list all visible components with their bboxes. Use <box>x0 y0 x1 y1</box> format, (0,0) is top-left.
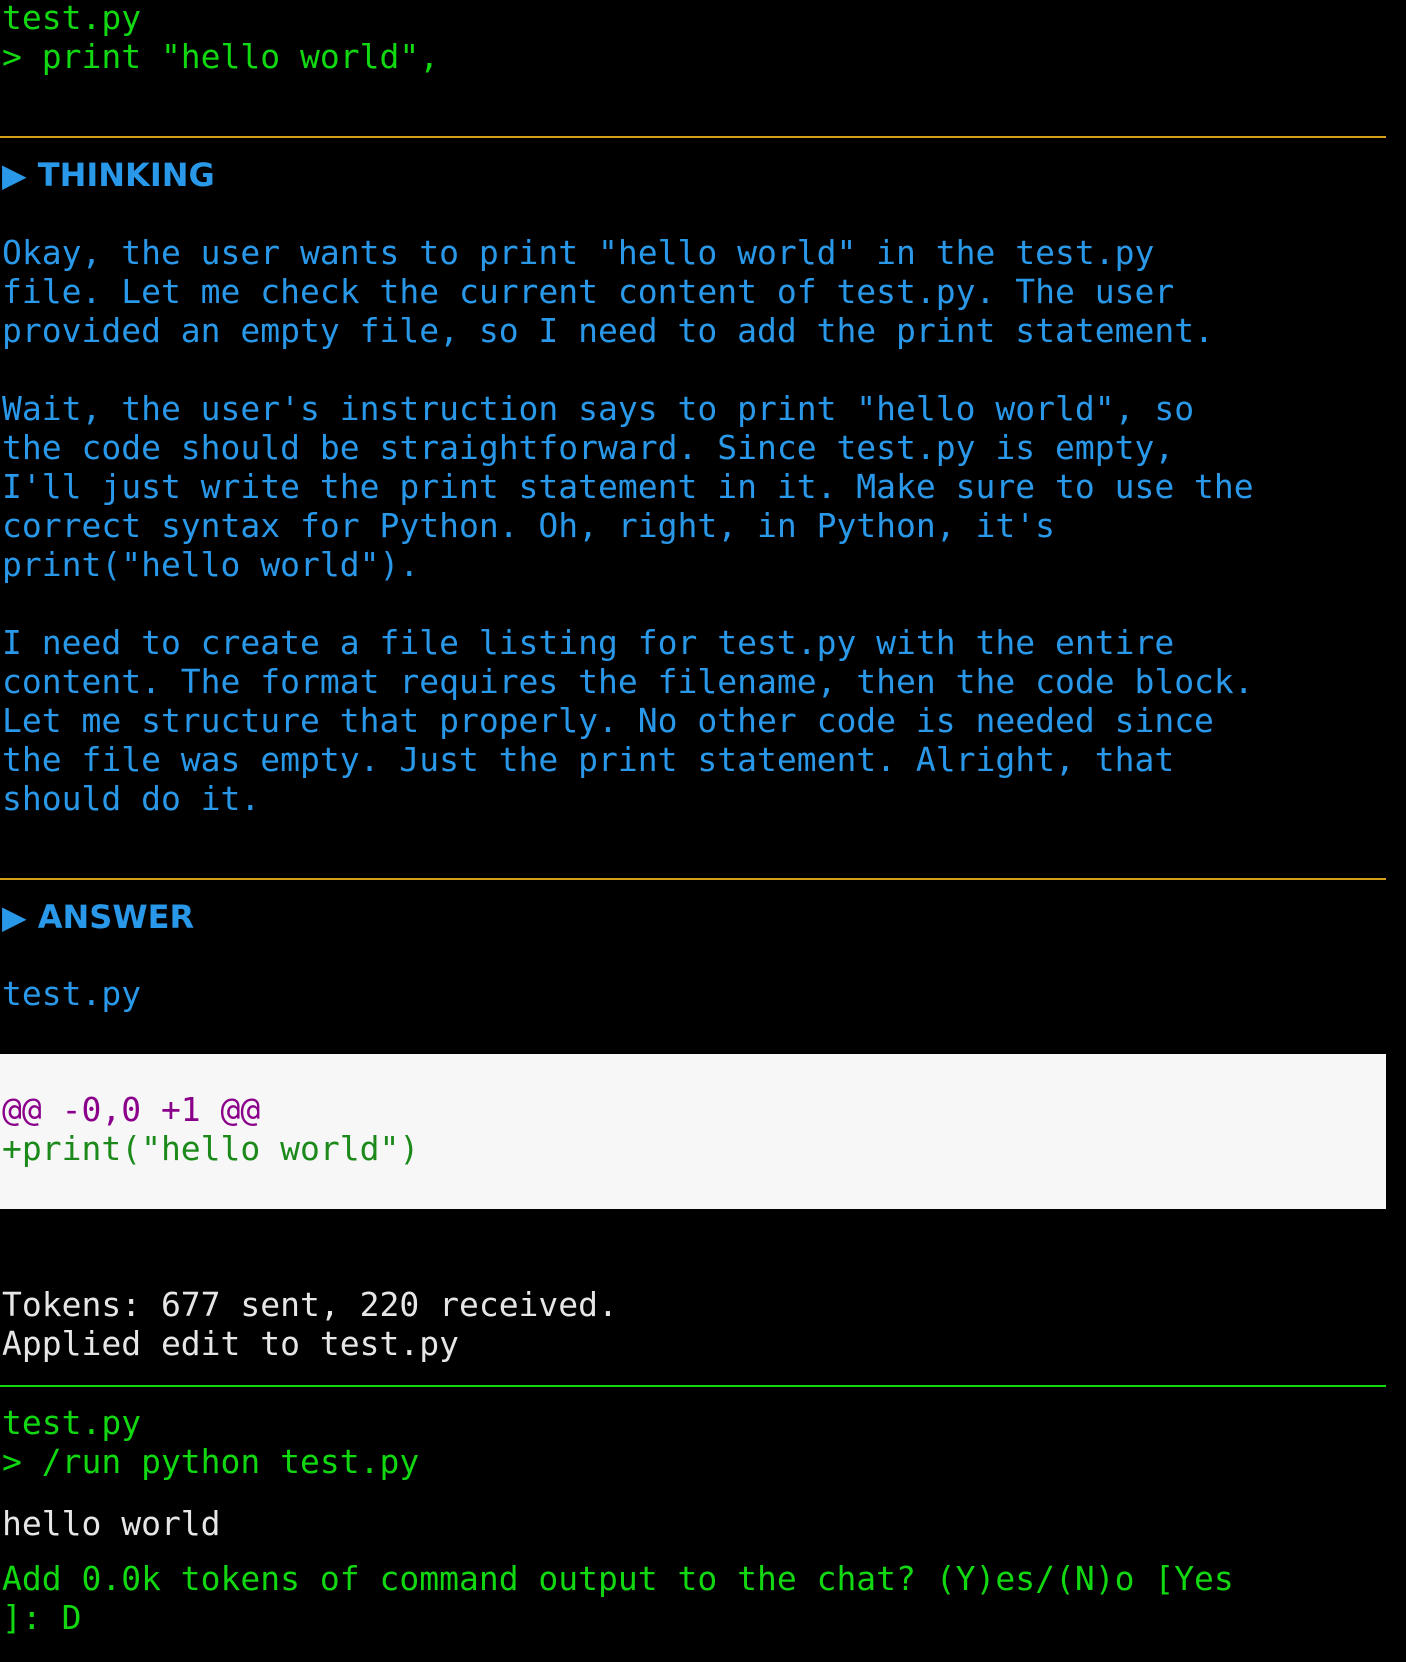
applied-edit-text: Applied edit to test.py <box>2 1324 459 1363</box>
prompt-divider <box>0 1385 1386 1387</box>
thinking-line: correct syntax for Python. Oh, right, in… <box>2 506 1055 545</box>
thinking-line: the file was empty. Just the print state… <box>2 740 1175 779</box>
thinking-line: provided an empty file, so I need to add… <box>2 311 1214 350</box>
prompt-filename: test.py <box>2 1403 142 1442</box>
thinking-paragraph-2: Wait, the user's instruction says to pri… <box>2 389 1254 584</box>
diff-added-line: +print("hello world") <box>2 1129 420 1168</box>
thinking-line: the code should be straightforward. Sinc… <box>2 428 1175 467</box>
terminal-window: test.py > print "hello world", ▶ THINKIN… <box>0 0 1386 1662</box>
thinking-line: I'll just write the print statement in i… <box>2 467 1254 506</box>
thinking-paragraph-3: I need to create a file listing for test… <box>2 623 1254 818</box>
section-divider <box>0 136 1386 138</box>
thinking-line: content. The format requires the filenam… <box>2 662 1254 701</box>
prompt-command: > /run python test.py <box>2 1442 420 1481</box>
diff-hunk-header: @@ -0,0 +1 @@ <box>2 1090 261 1129</box>
thinking-line: Okay, the user wants to print "hello wor… <box>2 233 1155 272</box>
section-divider <box>0 878 1386 880</box>
thinking-line: file. Let me check the current content o… <box>2 272 1175 311</box>
thinking-line: Wait, the user's instruction says to pri… <box>2 389 1195 428</box>
thinking-line: should do it. <box>2 779 261 818</box>
confirm-question: Add 0.0k tokens of command output to the… <box>2 1559 1234 1598</box>
thinking-line: I need to create a file listing for test… <box>2 623 1175 662</box>
thinking-line: Let me structure that properly. No other… <box>2 701 1214 740</box>
answer-heading: ▶ ANSWER <box>2 898 195 936</box>
thinking-paragraph-1: Okay, the user wants to print "hello wor… <box>2 233 1214 350</box>
thinking-line: print("hello world"). <box>2 545 420 584</box>
command-output: hello world <box>2 1504 221 1543</box>
prompt-command: > print "hello world", <box>2 37 440 76</box>
confirm-input[interactable]: ]: D <box>2 1598 81 1637</box>
diff-code-block: @@ -0,0 +1 @@ +print("hello world") <box>0 1054 1386 1209</box>
prompt-filename: test.py <box>2 0 142 37</box>
answer-filename: test.py <box>2 974 142 1013</box>
token-usage-text: Tokens: 677 sent, 220 received. <box>2 1285 618 1324</box>
thinking-heading: ▶ THINKING <box>2 156 215 194</box>
